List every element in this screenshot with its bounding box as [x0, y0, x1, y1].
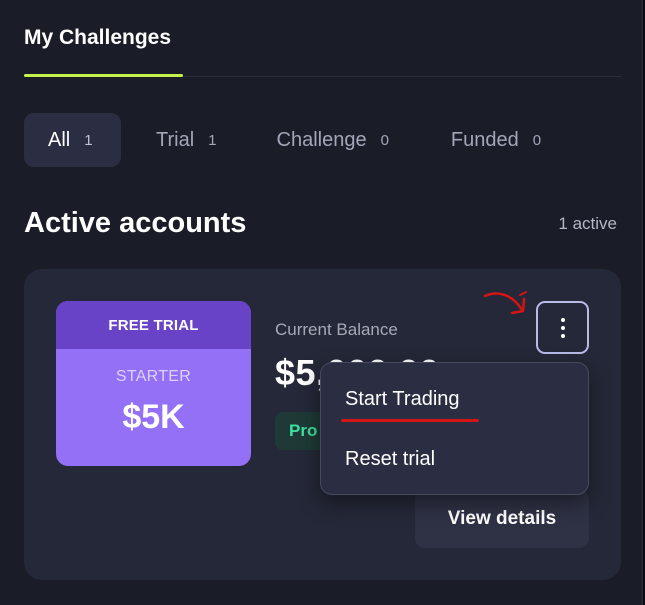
plan-size: $5K [122, 398, 185, 436]
annotation-underline [341, 419, 479, 422]
active-count: 1 active [558, 214, 617, 233]
filter-count: 1 [208, 131, 217, 149]
filter-label: Trial [156, 128, 195, 151]
section-title: Active accounts [24, 207, 247, 239]
balance-label: Current Balance [275, 320, 398, 339]
filter-count: 1 [84, 131, 93, 149]
filter-label: All [48, 128, 71, 151]
filter-label: Challenge [276, 128, 367, 151]
filter-all[interactable]: All 1 [24, 113, 121, 167]
account-actions-menu: Start Trading Reset trial [320, 362, 589, 495]
plan-tier: STARTER [115, 368, 192, 385]
hand-drawn-arrow-icon [483, 291, 527, 315]
more-options-button[interactable] [536, 301, 589, 354]
filter-trial[interactable]: Trial 1 [132, 113, 241, 167]
plan-type-label: FREE TRIAL [56, 301, 251, 349]
filter-challenge[interactable]: Challenge 0 [253, 113, 413, 167]
menu-item-start-trading[interactable]: Start Trading [345, 388, 460, 411]
view-details-button[interactable]: View details [415, 490, 589, 548]
challenges-panel: My Challenges All 1 Trial 1 Challenge 0 … [0, 0, 643, 605]
filter-label: Funded [450, 128, 519, 151]
filter-count: 0 [532, 131, 542, 149]
active-tab-indicator [24, 74, 183, 77]
filter-bar: All 1 Trial 1 Challenge 0 Funded 0 [24, 113, 565, 167]
kebab-vertical-icon [560, 317, 565, 338]
filter-funded[interactable]: Funded 0 [427, 113, 565, 167]
filter-count: 0 [380, 131, 389, 149]
plan-badge: FREE TRIAL STARTER $5K [56, 301, 251, 466]
tab-my-challenges[interactable]: My Challenges [24, 26, 171, 50]
status-text: Pro [289, 421, 318, 440]
menu-item-reset-trial[interactable]: Reset trial [345, 448, 435, 471]
